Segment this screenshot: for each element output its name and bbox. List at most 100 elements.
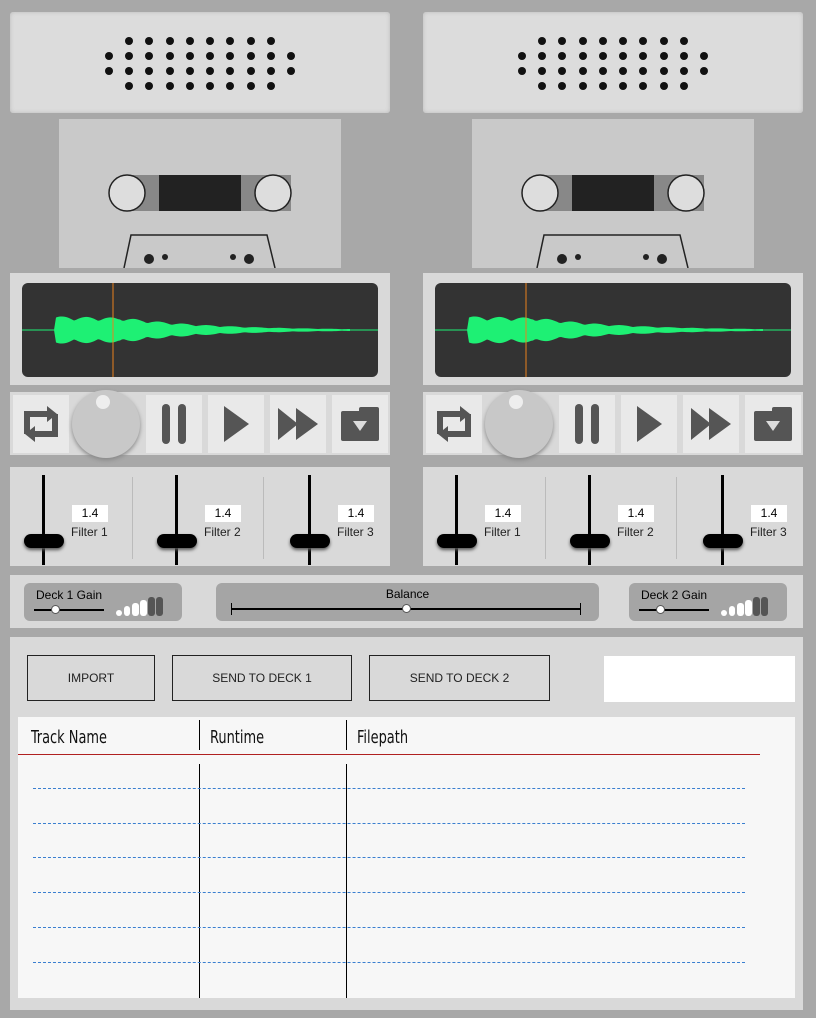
play-button[interactable] <box>621 395 677 453</box>
speaker-hole <box>104 67 113 75</box>
deck2-gain-slider[interactable] <box>639 605 709 614</box>
filter-value[interactable]: 1.4 <box>485 505 521 522</box>
table-row[interactable] <box>33 857 745 858</box>
filter-fader-handle[interactable] <box>437 534 477 548</box>
speaker-hole <box>246 37 255 45</box>
meter-bar <box>124 606 130 616</box>
deck2-level-meter-icon <box>721 596 781 616</box>
balance-control[interactable]: Balance <box>216 583 599 621</box>
send-to-deck2-button[interactable]: SEND TO DECK 2 <box>369 655 550 701</box>
filter-fader-track[interactable] <box>588 475 591 565</box>
filter-fader-handle[interactable] <box>157 534 197 548</box>
speaker-hole <box>206 67 215 75</box>
filter-fader-track[interactable] <box>175 475 178 565</box>
meter-bar <box>116 609 122 616</box>
filter-value[interactable]: 1.4 <box>338 505 374 522</box>
jog-knob[interactable] <box>72 390 140 458</box>
filter-panel: 1.4 Filter 1 1.4 Filter 2 1.4 Filter 3 <box>10 467 390 566</box>
speaker-hole <box>680 67 689 75</box>
meter-bar <box>721 609 727 616</box>
speaker-hole <box>165 67 174 75</box>
balance-slider[interactable] <box>231 603 581 615</box>
loop-button[interactable] <box>426 395 482 453</box>
filter-fader-track[interactable] <box>721 475 724 565</box>
speaker-hole <box>517 52 526 60</box>
pause-button[interactable] <box>559 395 615 453</box>
speaker-hole <box>537 82 546 90</box>
filter-value[interactable]: 1.4 <box>751 505 787 522</box>
balance-label: Balance <box>385 587 430 601</box>
filter-fader-handle[interactable] <box>290 534 330 548</box>
table-row[interactable] <box>33 927 745 928</box>
column-filepath[interactable]: Filepath <box>357 727 408 748</box>
waveform-display[interactable] <box>22 283 378 377</box>
speaker-hole <box>185 67 194 75</box>
speaker-hole <box>598 67 607 75</box>
deck1-gain-control[interactable]: Deck 1 Gain <box>24 583 182 621</box>
table-row[interactable] <box>33 788 745 789</box>
speaker-hole <box>124 82 133 90</box>
load-folder-button[interactable] <box>332 395 388 453</box>
speaker-hole <box>165 82 174 90</box>
meter-bar <box>745 600 752 616</box>
play-icon <box>637 406 662 442</box>
speaker-hole <box>598 52 607 60</box>
filter-fader-track[interactable] <box>42 475 45 565</box>
fast-forward-button[interactable] <box>683 395 739 453</box>
speaker-hole <box>145 67 154 75</box>
column-track-name[interactable]: Track Name <box>31 727 107 748</box>
filter-panel: 1.4 Filter 1 1.4 Filter 2 1.4 Filter 3 <box>423 467 803 566</box>
speaker-hole <box>226 67 235 75</box>
filter-fader-track[interactable] <box>455 475 458 565</box>
cassette-tape-icon <box>108 174 292 269</box>
filter-value[interactable]: 1.4 <box>618 505 654 522</box>
cassette <box>472 119 754 269</box>
filter-fader-handle[interactable] <box>24 534 64 548</box>
speaker-hole <box>558 67 567 75</box>
filter-fader-track[interactable] <box>308 475 311 565</box>
fast-forward-button[interactable] <box>270 395 326 453</box>
pause-button[interactable] <box>146 395 202 453</box>
waveform-display[interactable] <box>435 283 791 377</box>
table-row[interactable] <box>33 962 745 963</box>
play-button[interactable] <box>208 395 264 453</box>
speaker-hole <box>680 82 689 90</box>
load-folder-button[interactable] <box>745 395 801 453</box>
import-button[interactable]: IMPORT <box>27 655 155 701</box>
speaker-hole <box>104 52 113 60</box>
jog-knob[interactable] <box>485 390 553 458</box>
speaker-hole <box>124 67 133 75</box>
play-icon <box>224 406 249 442</box>
speaker-hole <box>659 67 668 75</box>
speaker-hole <box>267 37 276 45</box>
deck1-gain-slider[interactable] <box>34 605 104 614</box>
deck2-gain-control[interactable]: Deck 2 Gain <box>629 583 787 621</box>
speaker-hole <box>598 82 607 90</box>
table-row[interactable] <box>33 892 745 893</box>
speaker-hole <box>619 67 628 75</box>
waveform <box>463 316 763 344</box>
speaker-hole <box>558 82 567 90</box>
send-to-deck1-button[interactable]: SEND TO DECK 1 <box>172 655 352 701</box>
speaker-hole <box>558 37 567 45</box>
table-row[interactable] <box>33 823 745 824</box>
speaker-hole <box>165 37 174 45</box>
speaker-hole <box>659 82 668 90</box>
loop-icon <box>24 406 58 442</box>
speaker-hole <box>185 82 194 90</box>
loop-button[interactable] <box>13 395 69 453</box>
meter-bar <box>132 603 139 616</box>
filter-label: Filter 3 <box>750 525 787 539</box>
speaker-hole <box>246 82 255 90</box>
filter-value[interactable]: 1.4 <box>205 505 241 522</box>
speaker-hole <box>537 37 546 45</box>
filter-fader-handle[interactable] <box>703 534 743 548</box>
filter-fader-handle[interactable] <box>570 534 610 548</box>
speaker-hole <box>185 52 194 60</box>
meter-bar <box>729 606 735 616</box>
meter-bar <box>148 596 155 616</box>
search-input[interactable] <box>604 656 795 702</box>
filter-value[interactable]: 1.4 <box>72 505 108 522</box>
column-runtime[interactable]: Runtime <box>210 727 264 748</box>
speaker-hole <box>267 82 276 90</box>
